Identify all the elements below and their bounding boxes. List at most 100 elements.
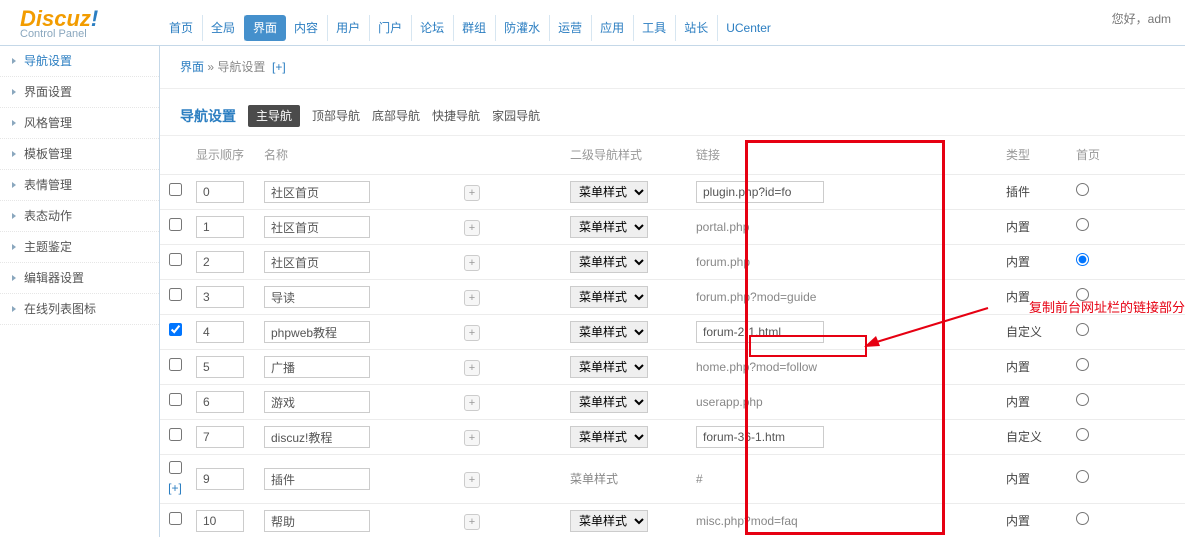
plus-icon[interactable]: + xyxy=(464,255,480,271)
topnav-3[interactable]: 内容 xyxy=(285,15,328,41)
name-input[interactable] xyxy=(264,216,370,238)
order-input[interactable] xyxy=(196,321,244,343)
type-cell: 内置 xyxy=(1000,245,1070,280)
order-input[interactable] xyxy=(196,468,244,490)
row-checkbox[interactable] xyxy=(169,183,182,196)
style-select[interactable]: 菜单样式 xyxy=(570,251,648,273)
topnav-1[interactable]: 全局 xyxy=(202,15,245,41)
name-input[interactable] xyxy=(264,510,370,532)
tab-2[interactable]: 底部导航 xyxy=(372,107,420,125)
topnav-6[interactable]: 论坛 xyxy=(411,15,454,41)
home-radio[interactable] xyxy=(1076,512,1089,525)
style-select[interactable]: 菜单样式 xyxy=(570,216,648,238)
plus-icon[interactable]: + xyxy=(464,290,480,306)
row-checkbox[interactable] xyxy=(169,323,182,336)
link-input[interactable] xyxy=(696,321,824,343)
home-radio[interactable] xyxy=(1076,428,1089,441)
plus-icon[interactable]: + xyxy=(464,220,480,236)
tab-3[interactable]: 快捷导航 xyxy=(432,107,480,125)
topnav-7[interactable]: 群组 xyxy=(453,15,496,41)
table-row: +菜单样式自定义 xyxy=(160,420,1185,455)
side-0[interactable]: 导航设置 xyxy=(0,46,159,77)
style-select[interactable]: 菜单样式 xyxy=(570,391,648,413)
name-input[interactable] xyxy=(264,468,370,490)
link-input[interactable] xyxy=(696,426,824,448)
style-text: 菜单样式 xyxy=(570,472,618,486)
home-radio[interactable] xyxy=(1076,183,1089,196)
order-input[interactable] xyxy=(196,510,244,532)
topnav-12[interactable]: 站长 xyxy=(675,15,718,41)
name-input[interactable] xyxy=(264,321,370,343)
name-input[interactable] xyxy=(264,181,370,203)
row-checkbox[interactable] xyxy=(169,393,182,406)
style-select[interactable]: 菜单样式 xyxy=(570,321,648,343)
sidebar: 导航设置界面设置风格管理模板管理表情管理表态动作主题鉴定编辑器设置在线列表图标 xyxy=(0,46,160,537)
row-checkbox[interactable] xyxy=(169,428,182,441)
plus-icon[interactable]: + xyxy=(464,472,480,488)
order-input[interactable] xyxy=(196,356,244,378)
side-8[interactable]: 在线列表图标 xyxy=(0,294,159,325)
row-checkbox[interactable] xyxy=(169,288,182,301)
style-select[interactable]: 菜单样式 xyxy=(570,426,648,448)
side-3[interactable]: 模板管理 xyxy=(0,139,159,170)
topnav-0[interactable]: 首页 xyxy=(160,15,203,41)
side-6[interactable]: 主题鉴定 xyxy=(0,232,159,263)
row-checkbox[interactable] xyxy=(169,461,182,474)
order-input[interactable] xyxy=(196,391,244,413)
style-select[interactable]: 菜单样式 xyxy=(570,181,648,203)
name-input[interactable] xyxy=(264,426,370,448)
order-input[interactable] xyxy=(196,286,244,308)
row-checkbox[interactable] xyxy=(169,253,182,266)
nav-table: 显示顺序 名称 二级导航样式 链接 类型 首页 +菜单样式插件+菜单样式port… xyxy=(160,135,1185,537)
home-radio[interactable] xyxy=(1076,358,1089,371)
crumb-a[interactable]: 界面 xyxy=(180,60,204,74)
logo: Discuz! Control Panel xyxy=(0,0,160,45)
order-input[interactable] xyxy=(196,251,244,273)
side-1[interactable]: 界面设置 xyxy=(0,77,159,108)
greeting: 您好，adm xyxy=(1112,10,1171,28)
order-input[interactable] xyxy=(196,426,244,448)
crumb-add[interactable]: [+] xyxy=(272,60,286,74)
name-input[interactable] xyxy=(264,251,370,273)
home-radio[interactable] xyxy=(1076,393,1089,406)
order-input[interactable] xyxy=(196,216,244,238)
order-input[interactable] xyxy=(196,181,244,203)
plus-icon[interactable]: + xyxy=(464,360,480,376)
topnav-10[interactable]: 应用 xyxy=(591,15,634,41)
plus-icon[interactable]: + xyxy=(464,325,480,341)
link-input[interactable] xyxy=(696,181,824,203)
name-input[interactable] xyxy=(264,391,370,413)
style-select[interactable]: 菜单样式 xyxy=(570,286,648,308)
topnav-5[interactable]: 门户 xyxy=(369,15,412,41)
home-radio[interactable] xyxy=(1076,470,1089,483)
plus-icon[interactable]: + xyxy=(464,430,480,446)
topnav-9[interactable]: 运营 xyxy=(549,15,592,41)
link-text: misc.php?mod=faq xyxy=(696,514,798,528)
side-2[interactable]: 风格管理 xyxy=(0,108,159,139)
topnav-11[interactable]: 工具 xyxy=(633,15,676,41)
home-radio[interactable] xyxy=(1076,323,1089,336)
topnav-8[interactable]: 防灌水 xyxy=(495,15,550,41)
tab-4[interactable]: 家园导航 xyxy=(492,107,540,125)
plus-icon[interactable]: + xyxy=(464,395,480,411)
side-5[interactable]: 表态动作 xyxy=(0,201,159,232)
row-add[interactable]: [+] xyxy=(168,481,182,495)
row-checkbox[interactable] xyxy=(169,218,182,231)
side-4[interactable]: 表情管理 xyxy=(0,170,159,201)
plus-icon[interactable]: + xyxy=(464,185,480,201)
topnav-4[interactable]: 用户 xyxy=(327,15,370,41)
side-7[interactable]: 编辑器设置 xyxy=(0,263,159,294)
tab-0[interactable]: 主导航 xyxy=(248,105,300,127)
home-radio[interactable] xyxy=(1076,253,1089,266)
home-radio[interactable] xyxy=(1076,218,1089,231)
style-select[interactable]: 菜单样式 xyxy=(570,356,648,378)
name-input[interactable] xyxy=(264,286,370,308)
topnav-13[interactable]: UCenter xyxy=(717,15,780,41)
row-checkbox[interactable] xyxy=(169,512,182,525)
style-select[interactable]: 菜单样式 xyxy=(570,510,648,532)
topnav-2[interactable]: 界面 xyxy=(244,15,286,41)
tab-1[interactable]: 顶部导航 xyxy=(312,107,360,125)
row-checkbox[interactable] xyxy=(169,358,182,371)
name-input[interactable] xyxy=(264,356,370,378)
plus-icon[interactable]: + xyxy=(464,514,480,530)
